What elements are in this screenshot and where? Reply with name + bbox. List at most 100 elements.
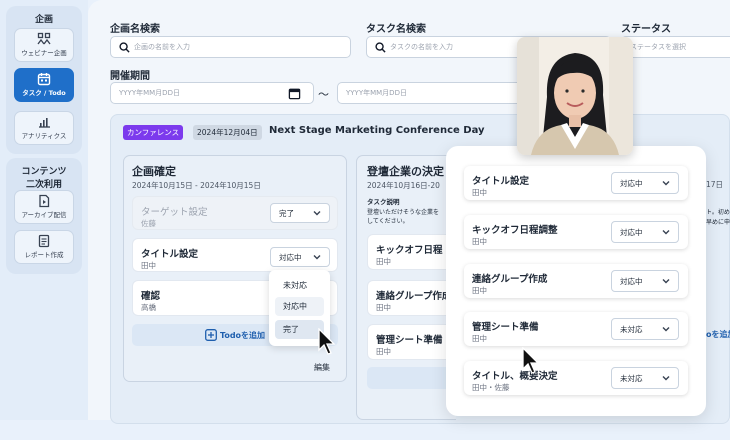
chevron-down-icon <box>313 255 321 260</box>
todo-assignee: 田中 <box>376 303 391 312</box>
cursor-icon <box>318 328 336 355</box>
task-search-placeholder: タスクの名前を入力 <box>390 43 453 51</box>
user-photo <box>517 37 633 155</box>
chevron-down-icon <box>313 211 321 216</box>
task-row[interactable]: 連絡グループ作成 田中 対応中 <box>464 264 688 298</box>
task-title: タイトル、概要決定 <box>472 371 558 382</box>
status-select[interactable]: 完了 <box>270 203 330 223</box>
status-select[interactable]: ステータスを選択 <box>621 36 730 58</box>
project-search-placeholder: 企画の名前を入力 <box>134 43 190 51</box>
status-value: 対応中 <box>279 252 302 262</box>
person-photo-illustration <box>517 37 633 155</box>
date-start-input[interactable]: YYYY年MM月DD日 <box>110 82 314 104</box>
analytics-icon <box>39 118 50 128</box>
sidebar-item-label: タスク / Todo <box>22 89 66 97</box>
sidebar-group-title: コンテンツ <box>21 167 67 177</box>
dropdown-option[interactable]: 対応中 <box>275 297 324 316</box>
sidebar-item-label: レポート作成 <box>24 251 64 259</box>
status-value: 対応中 <box>620 178 643 188</box>
period-label: 開催期間 <box>110 71 150 82</box>
status-value: 対応中 <box>620 276 643 286</box>
sidebar-item-label: ウェビナー企画 <box>21 49 67 57</box>
status-select[interactable]: 対応中 <box>611 270 679 292</box>
event-date-badge: 2024年12月04日 <box>193 125 262 140</box>
task-title: 連絡グループ作成 <box>472 274 548 285</box>
status-value: 完了 <box>279 208 294 218</box>
sidebar-group-planning: 企画 ウェビナー企画 タスク / Todo アナリティクス <box>6 6 82 154</box>
task-row[interactable]: タイトル設定 田中 対応中 <box>464 166 688 200</box>
dropdown-option[interactable]: 完了 <box>275 320 324 339</box>
status-select[interactable]: 未対応 <box>611 367 679 389</box>
todo-title: タイトル設定 <box>141 249 199 260</box>
status-value: 対応中 <box>620 227 643 237</box>
sidebar-group-title: 企画 <box>34 15 53 25</box>
todo-item[interactable]: タイトル設定 田中 対応中 <box>132 238 338 272</box>
task-row[interactable]: 管理シート準備 田中 未対応 <box>464 312 688 346</box>
status-select[interactable]: 対応中 <box>611 221 679 243</box>
sidebar-item-archive[interactable]: アーカイブ配信 <box>14 190 74 224</box>
task-description: 登壇いただけそうな企業を <box>367 209 440 216</box>
chevron-down-icon <box>662 230 670 235</box>
status-placeholder: ステータスを選択 <box>630 43 686 51</box>
stage-dates: 2024年10月16日-20 <box>367 181 440 190</box>
status-select[interactable]: 未対応 <box>611 318 679 340</box>
report-icon <box>38 234 50 248</box>
todo-title: 確認 <box>141 291 161 302</box>
status-label: ステータス <box>621 24 671 35</box>
sidebar-group-subtitle: 二次利用 <box>25 180 62 190</box>
chevron-down-icon <box>662 327 670 332</box>
task-description-label: タスク説明 <box>367 198 400 206</box>
task-description-fragment: 早めに申 <box>706 219 730 226</box>
sidebar-item-tasks[interactable]: タスク / Todo <box>14 68 74 102</box>
chevron-down-icon <box>662 376 670 381</box>
todo-title: キックオフ日程 <box>376 245 443 256</box>
task-list-card: タイトル設定 田中 対応中 キックオフ日程調整 田中 対応中 連絡グループ作成 … <box>446 146 706 416</box>
task-description: してください。 <box>367 218 409 225</box>
stage-column-planning: 企画確定 2024年10月15日 - 2024年10月15日 ターゲット設定 佐… <box>123 155 347 382</box>
status-value: 未対応 <box>620 373 643 383</box>
stage-title: 企画確定 <box>132 165 176 178</box>
sidebar-item-label: アーカイブ配信 <box>21 211 67 219</box>
add-todo-fragment[interactable]: oを追加 <box>706 329 730 340</box>
cursor-icon <box>522 347 540 374</box>
event-title: Next Stage Marketing Conference Day <box>269 125 485 136</box>
date-start-placeholder: YYYY年MM月DD日 <box>119 89 180 97</box>
dropdown-option[interactable]: 未対応 <box>275 276 324 295</box>
task-assignee: 田中 <box>472 334 487 343</box>
chevron-down-icon <box>662 279 670 284</box>
sidebar-item-analytics[interactable]: アナリティクス <box>14 111 74 145</box>
calendar-icon[interactable] <box>288 87 301 100</box>
status-value: 未対応 <box>620 324 643 334</box>
calendar-icon <box>37 73 51 86</box>
task-search-label: タスク名検索 <box>366 24 426 35</box>
sidebar-item-webinar[interactable]: ウェビナー企画 <box>14 28 74 62</box>
todo-assignee: 佐藤 <box>141 219 156 228</box>
sidebar-item-label: アナリティクス <box>21 132 67 140</box>
plus-icon <box>204 329 217 341</box>
project-search-input[interactable]: 企画の名前を入力 <box>110 36 351 58</box>
status-select[interactable]: 対応中 <box>611 172 679 194</box>
todo-item[interactable]: ターゲット設定 佐藤 完了 <box>132 196 338 230</box>
task-row[interactable]: キックオフ日程調整 田中 対応中 <box>464 215 688 249</box>
task-title: 管理シート準備 <box>472 322 539 333</box>
date-end-placeholder: YYYY年MM月DD日 <box>346 89 407 97</box>
task-assignee: 田中 <box>472 286 487 295</box>
todo-title: 管理シート準備 <box>376 335 443 346</box>
stage-title: 登壇企業の決定 <box>367 165 444 178</box>
webinar-icon <box>37 32 51 45</box>
edit-link[interactable]: 編集 <box>314 362 330 373</box>
stage-column-speakers: 登壇企業の決定 2024年10月16日-20 タスク説明 登壇いただけそうな企業… <box>356 155 467 420</box>
search-icon <box>119 41 130 53</box>
sidebar-item-report[interactable]: レポート作成 <box>14 230 74 264</box>
archive-icon <box>39 194 50 208</box>
date-end-input[interactable]: YYYY年MM月DD日 <box>337 82 527 104</box>
todo-assignee: 田中 <box>141 261 156 270</box>
project-search-label: 企画名検索 <box>110 24 160 35</box>
task-row[interactable]: タイトル、概要決定 田中・佐藤 未対応 <box>464 361 688 395</box>
todo-title: ターゲット設定 <box>141 207 208 218</box>
sidebar: 企画 ウェビナー企画 タスク / Todo アナリティクス コンテンツ 二次利用… <box>0 0 88 420</box>
status-select[interactable]: 対応中 <box>270 247 330 267</box>
task-description-fragment: ト。初め <box>706 209 730 216</box>
sidebar-group-content: コンテンツ 二次利用 アーカイブ配信 レポート作成 <box>6 158 82 274</box>
stage-dates: 2024年10月15日 - 2024年10月15日 <box>132 181 261 190</box>
